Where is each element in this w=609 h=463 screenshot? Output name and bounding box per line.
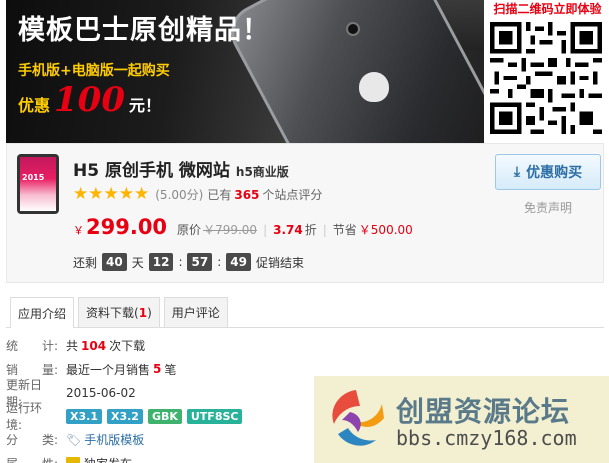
promo-amount: 100 — [54, 80, 125, 120]
info-label: 统 计: — [6, 337, 66, 354]
tab-label: 应用介绍 — [18, 306, 67, 321]
tab-downloads[interactable]: 资料下载(1) — [78, 297, 160, 327]
promo-suffix: 元！ — [129, 96, 162, 115]
qr-caption: 扫描二维码立即体验 — [493, 2, 602, 16]
env-badge: GBK — [147, 408, 182, 424]
divider: | — [263, 223, 268, 237]
save-amount: ￥500.00 — [358, 223, 413, 237]
sales-prefix: 最近一个月销售 — [66, 362, 151, 377]
info-label: 属 性: — [6, 455, 66, 463]
info-label-part: 性: — [42, 455, 58, 463]
countdown-suffix: 促销结束 — [255, 255, 304, 270]
info-value: 独家发布 — [66, 455, 132, 463]
camera-graphic — [346, 22, 360, 36]
tab-label: 用户评论 — [171, 306, 220, 320]
countdown-days: 40 — [102, 253, 127, 271]
current-price: 299.00 — [86, 215, 168, 239]
info-label-part: 分 — [6, 433, 19, 448]
info-label: 运行环境: — [6, 401, 43, 433]
download-icon: ⤓ — [513, 164, 521, 180]
info-label: 分 类: — [6, 431, 66, 448]
detail-tabs: 应用介绍 资料下载(1) 用户评论 — [6, 297, 604, 328]
qr-code — [490, 22, 602, 134]
site-watermark: 创盟资源论坛 bbs.cmzy168.com — [314, 376, 609, 463]
currency-symbol: ￥ — [73, 224, 84, 237]
star-icon: ★ — [88, 184, 104, 204]
tab-app-intro[interactable]: 应用介绍 — [10, 297, 75, 328]
discount-unit: 折 — [304, 223, 317, 237]
phone-screen-image: 2015 — [20, 157, 56, 211]
product-tag: h5商业版 — [235, 165, 289, 179]
env-badge: X3.2 — [106, 408, 143, 424]
info-row-environment: 运行环境: X3.1 X3.2 GBK UTF8SC — [6, 401, 306, 432]
tag-icon: 🏷 — [66, 432, 82, 447]
countdown-prefix: 还剩 — [73, 255, 98, 270]
promo-prefix: 优惠 — [18, 96, 51, 115]
info-label-part: 属 — [6, 455, 18, 463]
category-value: 手机版模板 — [84, 433, 145, 448]
apple-logo-icon — [359, 72, 389, 102]
product-title: H5 原创手机 微网站 h5商业版 — [73, 156, 289, 181]
watermark-name: 创盟资源论坛 — [396, 395, 571, 428]
sales-count: 5 — [153, 362, 162, 377]
reviews-count: 365 — [234, 187, 260, 202]
info-value: 共 104 次下载 — [66, 337, 145, 354]
star-icon: ★ — [103, 184, 119, 204]
disclaimer-link[interactable]: 免责声明 — [495, 199, 601, 216]
env-badge: UTF8SC — [186, 408, 243, 424]
cmzy-logo-icon — [332, 390, 384, 446]
tab-user-reviews[interactable]: 用户评论 — [163, 297, 228, 327]
sales-suffix: 笔 — [164, 362, 177, 377]
buy-label: 优惠购买 — [526, 165, 583, 181]
downloads-suffix: 次下载 — [109, 339, 146, 354]
tab-count: 1 — [138, 305, 148, 320]
banner-promo: 优惠 100 元！ — [18, 80, 161, 120]
downloads-prefix: 共 — [66, 339, 79, 354]
category-link[interactable]: 🏷 手机版模板 — [66, 431, 144, 448]
app-info-list: 统计: 共 104 次下载 销量: 最近一个月销售 5 笔 更新日期: 2015-06-… — [6, 334, 306, 463]
info-label-part: 类: — [41, 433, 58, 448]
banner-title: 模板巴士原创精品！ — [18, 15, 270, 46]
attribute-value: 独家发布 — [84, 455, 132, 463]
env-badge: X3.1 — [66, 408, 102, 424]
info-label-part: 统 — [6, 339, 19, 354]
divider: | — [322, 223, 327, 237]
downloads-count: 104 — [81, 338, 107, 353]
info-row-downloads: 统 计: 共 104 次下载 — [6, 334, 306, 358]
exclusive-icon — [66, 457, 80, 463]
original-price-label: 原价 — [177, 223, 202, 237]
star-icon: ★ — [73, 184, 89, 204]
banner-subtitle: 手机版+电脑版一起购买 — [18, 63, 170, 79]
info-row-category: 分 类: 🏷 手机版模板 — [6, 428, 306, 452]
countdown-timer: 还剩 40 天 12: 57: 49 促销结束 — [73, 253, 304, 271]
buy-button[interactable]: ⤓ 优惠购买 — [495, 154, 601, 190]
product-name: H5 原创手机 微网站 — [73, 161, 230, 181]
reviews-suffix: 个站点评分 — [262, 188, 323, 202]
product-thumbnail[interactable]: 2015 — [17, 154, 59, 214]
promo-banner[interactable]: 模板巴士原创精品！ 手机版+电脑版一起购买 优惠 100 元！ — [6, 0, 484, 143]
updated-date: 2015-06-02 — [66, 385, 136, 400]
info-row-attribute: 属 性: 独家发布 — [6, 452, 306, 463]
info-value: 最近一个月销售 5 笔 — [66, 361, 176, 378]
countdown-seconds: 49 — [226, 253, 251, 271]
rating-row: ★★★★★ (5.00分) 已有 365 个站点评分 — [73, 186, 322, 203]
save-label: 节省 — [332, 223, 357, 237]
tab-label-close: ) — [147, 305, 152, 320]
price-row: ￥ 299.00 原价 ￥799.00 | 3.74 折 | 节省 ￥500.0… — [73, 215, 413, 239]
rating-score: (5.00分) — [155, 188, 204, 202]
info-label-part: 计: — [41, 339, 58, 354]
star-icon: ★ — [134, 184, 150, 204]
discount-value: 3.74 — [273, 223, 303, 237]
countdown-minutes: 57 — [187, 253, 213, 271]
star-rating: ★★★★★ — [73, 186, 149, 203]
original-price: ￥799.00 — [203, 223, 258, 237]
tab-label: 资料下载( — [86, 306, 139, 320]
product-card: 2015 H5 原创手机 微网站 h5商业版 ★★★★★ (5.00分) 已有 3… — [6, 143, 604, 283]
reviews-prefix: 已有 — [207, 188, 232, 202]
star-icon: ★ — [118, 184, 134, 204]
countdown-hours: 12 — [148, 253, 174, 271]
watermark-url: bbs.cmzy168.com — [396, 426, 577, 450]
env-badges: X3.1 X3.2 GBK UTF8SC — [66, 408, 247, 424]
countdown-day-unit: 天 — [131, 255, 144, 270]
